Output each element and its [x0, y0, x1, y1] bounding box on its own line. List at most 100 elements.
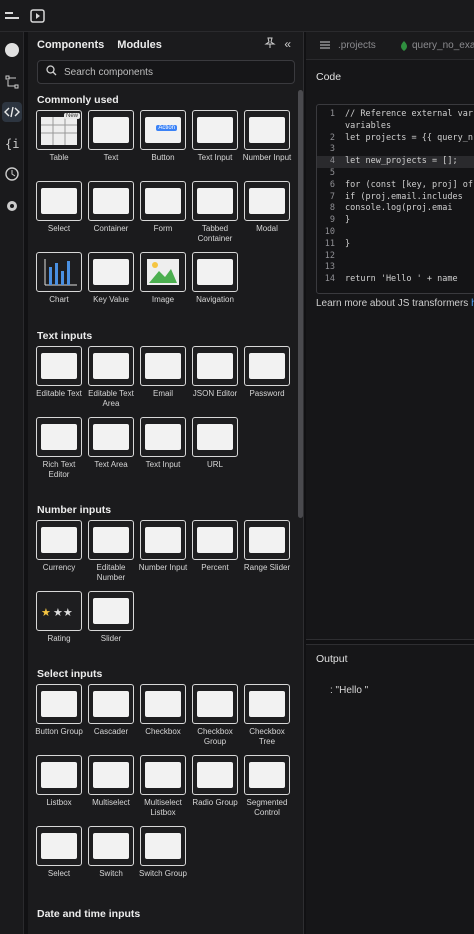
component-thumbnail-icon	[244, 346, 290, 386]
section-title: Select inputs	[37, 668, 103, 680]
component-tile[interactable]: Text Input	[138, 417, 188, 470]
code-line: 3	[317, 144, 474, 156]
component-tile[interactable]: Rich Text Editor	[34, 417, 84, 479]
code-line: 14 return 'Hello ' + name	[317, 274, 474, 286]
component-tile[interactable]: Number Input	[242, 110, 292, 163]
code-text: variables	[345, 120, 392, 131]
component-tile[interactable]: Multiselect	[86, 755, 136, 808]
flow-icon[interactable]	[2, 72, 22, 92]
component-tile[interactable]: Currency	[34, 520, 84, 573]
component-tile[interactable]: Button Group	[34, 684, 84, 737]
component-tile[interactable]: Switch	[86, 826, 136, 879]
tab-components[interactable]: Components	[37, 39, 104, 51]
component-tile[interactable]: JSON Editor	[190, 346, 240, 399]
component-thumbnail-icon: New	[36, 110, 82, 150]
scrollbar[interactable]	[298, 90, 303, 518]
component-tile[interactable]: Chart	[34, 252, 84, 305]
component-tile[interactable]: Modal	[242, 181, 292, 234]
search-input[interactable]	[64, 66, 284, 78]
component-tile[interactable]: Text Input	[190, 110, 240, 163]
component-tile[interactable]: Editable Number	[86, 520, 136, 582]
component-tile[interactable]: Form	[138, 181, 188, 234]
component-tile[interactable]: Text Area	[86, 417, 136, 470]
code-text: return 'Hello ' + name	[345, 274, 458, 285]
component-tile[interactable]: Key Value	[86, 252, 136, 305]
component-tile[interactable]: Password	[242, 346, 292, 399]
section-title: Text inputs	[37, 330, 93, 342]
code-icon[interactable]	[2, 102, 22, 122]
component-tile[interactable]: Checkbox	[138, 684, 188, 737]
code-line: 13	[317, 262, 474, 274]
component-tile[interactable]: Checkbox Tree	[242, 684, 292, 746]
component-tile[interactable]: Cascader	[86, 684, 136, 737]
component-tile[interactable]: URL	[190, 417, 240, 470]
component-tile[interactable]: Percent	[190, 520, 240, 573]
component-tile[interactable]: Select	[34, 181, 84, 234]
search-box[interactable]	[37, 60, 295, 84]
component-tile[interactable]: Segmented Control	[242, 755, 292, 817]
component-tile[interactable]: New Table	[34, 110, 84, 163]
code-editor[interactable]: 1 // Reference external var variables 2 let …	[316, 104, 474, 294]
component-tile[interactable]: Email	[138, 346, 188, 399]
component-tile[interactable]: Text	[86, 110, 136, 163]
line-number: 12	[324, 250, 335, 261]
component-label: Cascader	[93, 727, 129, 736]
menu-logo-icon[interactable]	[4, 8, 20, 24]
search-icon	[46, 65, 57, 79]
component-thumbnail-icon	[36, 346, 82, 386]
panel-icons: «	[264, 37, 291, 52]
component-tile[interactable]: Number Input	[138, 520, 188, 573]
component-tile[interactable]: Tabbed Container	[190, 181, 240, 243]
component-tile[interactable]: Editable Text	[34, 346, 84, 399]
code-line: 10	[317, 227, 474, 239]
hamburger-icon[interactable]	[320, 40, 330, 53]
component-tile[interactable]: Container	[86, 181, 136, 234]
tab-query[interactable]: query_no_exa	[412, 40, 474, 51]
component-tile[interactable]: Listbox	[34, 755, 84, 808]
component-label: Checkbox Group	[197, 727, 233, 746]
output-value: : "Hello "	[330, 685, 369, 696]
braces-icon[interactable]: {i}	[2, 134, 22, 154]
settings-icon[interactable]	[2, 196, 22, 216]
component-label: Text	[103, 153, 119, 162]
component-tile[interactable]: Navigation	[190, 252, 240, 305]
svg-text:{i}: {i}	[5, 137, 20, 151]
component-label: Segmented Control	[246, 798, 288, 817]
component-label: Currency	[42, 563, 76, 572]
component-tile[interactable]: Slider	[86, 591, 136, 644]
circle-icon[interactable]	[2, 40, 22, 60]
component-tile[interactable]: Action Button	[138, 110, 188, 163]
component-tile[interactable]: Multiselect Listbox	[138, 755, 188, 817]
history-icon[interactable]	[2, 164, 22, 184]
component-tile[interactable]: Select	[34, 826, 84, 879]
component-thumbnail-icon	[140, 826, 186, 866]
code-text: let new_projects = [];	[345, 156, 458, 167]
component-list[interactable]: Commonly used New Table Text Action Button Tex…	[28, 90, 298, 934]
component-thumbnail-icon	[192, 181, 238, 221]
component-label: Table	[49, 153, 69, 162]
component-tile[interactable]: ★ ★★ Rating	[34, 591, 84, 644]
pin-icon[interactable]	[264, 37, 276, 52]
component-tile[interactable]: Range Slider	[242, 520, 292, 573]
tab-modules[interactable]: Modules	[117, 39, 162, 51]
line-number: 1	[329, 109, 335, 119]
collapse-icon[interactable]: «	[284, 37, 291, 52]
line-number: 10	[324, 227, 335, 237]
component-tile[interactable]: Checkbox Group	[190, 684, 240, 746]
component-tile[interactable]: Image	[138, 252, 188, 305]
component-thumbnail-icon	[192, 520, 238, 560]
component-label: Key Value	[93, 295, 129, 304]
play-icon[interactable]	[30, 8, 46, 24]
tab-projects[interactable]: .projects	[338, 40, 376, 51]
component-label: Container	[93, 224, 129, 233]
code-line: 1 // Reference external var	[317, 109, 474, 121]
code-text: for (const [key, proj] of	[345, 179, 473, 190]
component-thumbnail-icon	[192, 417, 238, 457]
output-title: Output	[316, 653, 348, 665]
component-tile[interactable]: Radio Group	[190, 755, 240, 808]
component-tile[interactable]: Switch Group	[138, 826, 188, 879]
component-label: URL	[206, 460, 223, 469]
component-label: Rich Text Editor	[42, 460, 76, 479]
component-tile[interactable]: Editable Text Area	[86, 346, 136, 408]
line-number: 2	[329, 132, 335, 143]
